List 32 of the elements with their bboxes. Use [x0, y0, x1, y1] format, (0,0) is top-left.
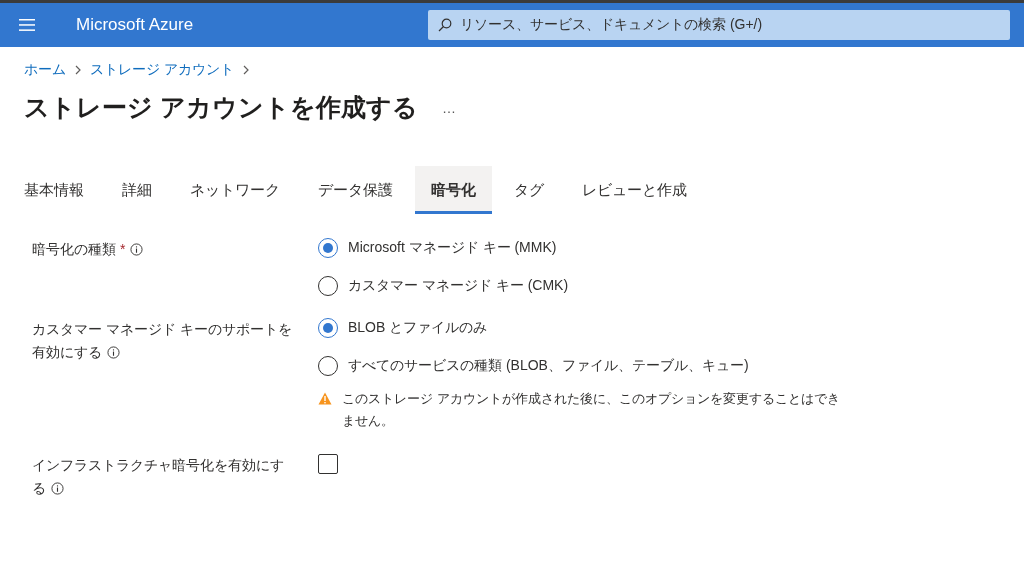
info-icon[interactable]: [130, 243, 144, 256]
option-label[interactable]: すべてのサービスの種類 (BLOB、ファイル、テーブル、キュー): [348, 357, 749, 375]
field-label: 暗号化の種類 *: [32, 238, 294, 296]
tab[interactable]: 暗号化: [415, 166, 492, 214]
brand-name[interactable]: Microsoft Azure: [76, 15, 428, 35]
tab[interactable]: 基本情報: [8, 166, 100, 214]
tab[interactable]: データ保護: [302, 166, 409, 214]
chevron-icon: [241, 65, 250, 75]
tab[interactable]: ネットワーク: [174, 166, 296, 214]
chevron-icon: [74, 65, 82, 75]
search-placeholder: リソース、サービス、ドキュメントの検索 (G+/): [460, 16, 763, 34]
checkbox[interactable]: [318, 454, 338, 474]
tab[interactable]: レビューと作成: [566, 166, 703, 214]
info-icon[interactable]: [107, 346, 120, 359]
option-label[interactable]: カスタマー マネージド キー (CMK): [348, 277, 569, 295]
tab[interactable]: タグ: [498, 166, 560, 214]
info-icon[interactable]: [51, 482, 64, 495]
breadcrumb-link[interactable]: ストレージ アカウント: [90, 61, 234, 79]
required-mark: *: [120, 241, 126, 257]
page-title: ストレージ アカウントを作成する: [24, 92, 418, 123]
option-label[interactable]: Microsoft マネージド キー (MMK): [348, 239, 557, 257]
field-label: カスタマー マネージド キーのサポートを有効にする: [32, 320, 293, 362]
search-icon: [438, 18, 452, 32]
breadcrumb-link[interactable]: ホーム: [24, 61, 66, 79]
tab[interactable]: 詳細: [106, 166, 168, 214]
more-button[interactable]: …: [441, 99, 456, 116]
warning-icon: [318, 392, 332, 405]
warning-text: このストレージ アカウントが作成された後に、このオプションを変更することはできません。: [342, 390, 841, 430]
option-label[interactable]: BLOB とファイルのみ: [348, 319, 488, 337]
field-label: インフラストラクチャ暗号化を有効にする: [32, 456, 285, 498]
search-field[interactable]: リソース、サービス、ドキュメントの検索 (G+/): [428, 10, 1010, 40]
menu-icon[interactable]: [19, 19, 35, 31]
